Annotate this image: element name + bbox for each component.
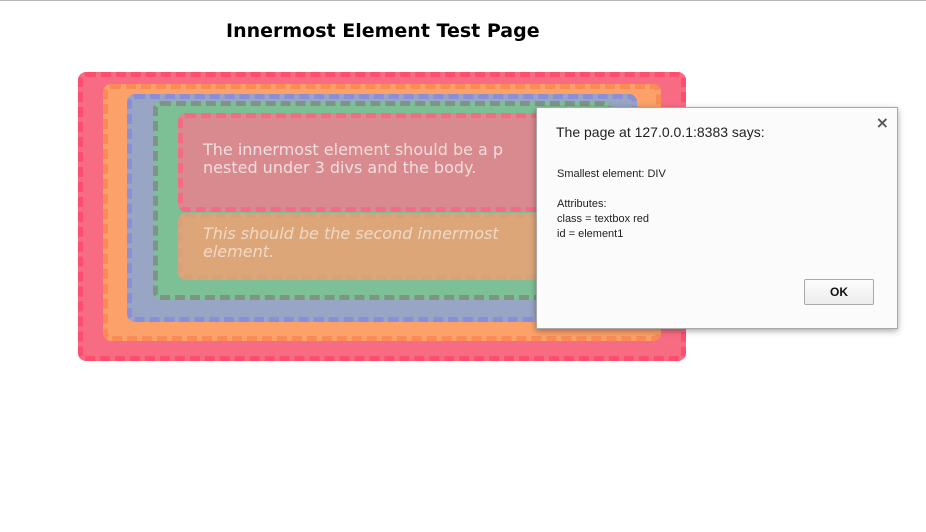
alert-dialog: × The page at 127.0.0.1:8383 says: Small… bbox=[536, 107, 898, 329]
browser-top-border bbox=[0, 0, 926, 1]
dialog-title: The page at 127.0.0.1:8383 says: bbox=[556, 124, 765, 140]
close-icon[interactable]: × bbox=[876, 113, 889, 132]
ok-button[interactable]: OK bbox=[804, 279, 874, 305]
dialog-message: Smallest element: DIV Attributes: class … bbox=[557, 168, 666, 240]
innermost-paragraph-text: The innermost element should be a p nest… bbox=[203, 140, 504, 177]
page-title: Innermost Element Test Page bbox=[226, 20, 540, 42]
second-innermost-text: This should be the second innermost elem… bbox=[203, 224, 499, 261]
